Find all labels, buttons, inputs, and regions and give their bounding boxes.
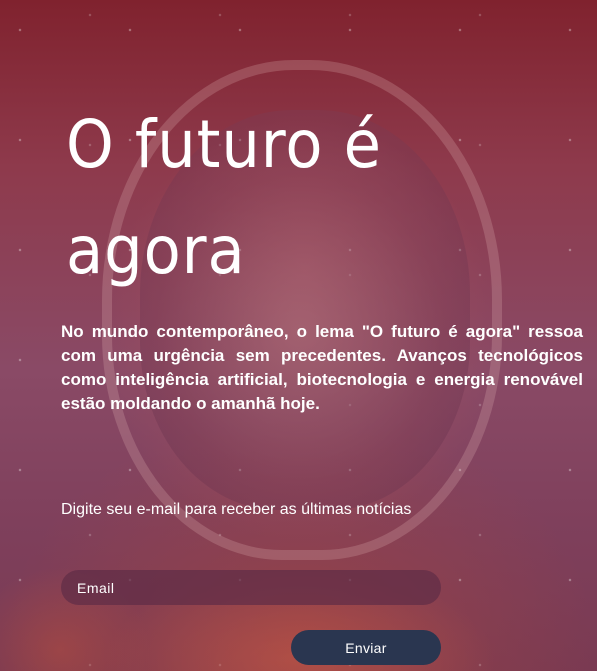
newsletter-prompt: Digite seu e-mail para receber as última… [61,501,412,518]
email-input[interactable] [61,570,441,605]
hero-title: O futuro é agora [66,106,382,289]
hero-description: No mundo contemporâneo, o lema "O futuro… [61,322,583,413]
submit-button[interactable]: Enviar [291,630,441,665]
